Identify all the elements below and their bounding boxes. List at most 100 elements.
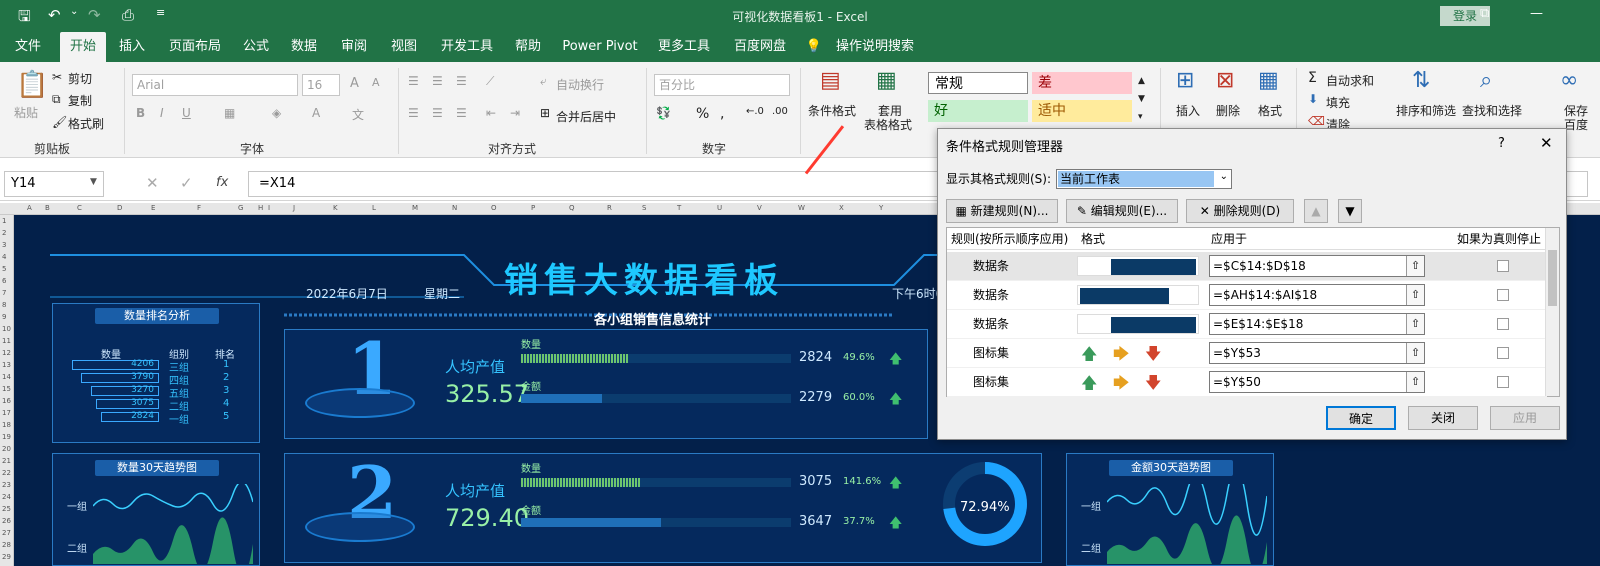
style-neutral[interactable]: 适中	[1032, 100, 1132, 122]
row-header[interactable]: 4	[2, 253, 6, 261]
row-header[interactable]: 19	[2, 433, 11, 441]
clear-icon[interactable]: ⌫	[1308, 114, 1325, 128]
stop-if-true-checkbox[interactable]	[1497, 376, 1509, 388]
column-header[interactable]: V	[757, 204, 762, 212]
row-header[interactable]: 7	[2, 289, 6, 297]
column-header[interactable]: S	[642, 204, 646, 212]
comma-icon[interactable]: ,	[720, 106, 724, 122]
move-down-icon[interactable]: ▼	[1338, 199, 1362, 223]
paste-button[interactable]: 粘贴	[14, 104, 38, 121]
merge-icon[interactable]: ⊞	[540, 106, 550, 120]
find-select-icon[interactable]: ⌕	[1480, 68, 1492, 93]
collapse-range-icon[interactable]: ⇧	[1406, 256, 1424, 276]
tab-power-pivot[interactable]: Power Pivot	[560, 32, 640, 62]
name-box[interactable]: Y14	[4, 171, 104, 197]
currency-icon[interactable]: 💱	[656, 106, 671, 120]
row-header[interactable]: 23	[2, 481, 11, 489]
column-header[interactable]: W	[798, 204, 805, 212]
row-header[interactable]: 16	[2, 397, 11, 405]
insert-cells-icon[interactable]: ⊞	[1176, 68, 1194, 93]
applies-to-input[interactable]: =$AH$14:$AI$18 ⇧	[1209, 284, 1425, 306]
column-header[interactable]: F	[197, 204, 201, 212]
tell-me-search[interactable]: 操作说明搜索	[830, 32, 920, 62]
row-header[interactable]: 25	[2, 505, 11, 513]
format-as-table-icon[interactable]: ▦	[876, 68, 897, 93]
row-header[interactable]: 6	[2, 277, 6, 285]
help-icon[interactable]: ?	[1498, 136, 1505, 151]
row-header[interactable]: 21	[2, 457, 11, 465]
applies-to-input[interactable]: =$Y$50 ⇧	[1209, 371, 1425, 393]
percent-icon[interactable]: %	[696, 106, 709, 122]
row-header[interactable]: 1	[2, 217, 6, 225]
tab-formulas[interactable]: 公式	[238, 32, 274, 62]
copy-icon[interactable]: ⧉	[52, 92, 61, 107]
column-header[interactable]: Q	[569, 204, 575, 212]
copy-button[interactable]: 复制	[68, 92, 92, 109]
edit-rule-button[interactable]: ✎ 编辑规则(E)...	[1066, 199, 1178, 223]
column-header[interactable]: X	[839, 204, 844, 212]
increase-decimal-icon[interactable]: ←.0	[746, 106, 764, 117]
rules-scope-dropdown[interactable]: 当前工作表 ⌄	[1056, 169, 1232, 189]
tab-more-tools[interactable]: 更多工具	[652, 32, 716, 62]
font-name-dropdown[interactable]: Arial	[132, 74, 298, 96]
row-header[interactable]: 9	[2, 313, 6, 321]
baidu-save-label-2[interactable]: 百度	[1564, 116, 1588, 133]
tab-data[interactable]: 数据	[286, 32, 322, 62]
row-header[interactable]: 15	[2, 385, 11, 393]
scrollbar-thumb[interactable]	[1548, 250, 1557, 306]
conditional-format-button[interactable]: 条件格式	[808, 102, 856, 119]
style-normal[interactable]: 常规	[928, 72, 1028, 94]
column-header[interactable]: B	[45, 204, 50, 212]
find-select-button[interactable]: 查找和选择	[1462, 102, 1522, 119]
column-header[interactable]: A	[27, 204, 32, 212]
styles-scroll-down-icon[interactable]: ▼	[1138, 94, 1145, 104]
tab-developer[interactable]: 开发工具	[436, 32, 498, 62]
row-header[interactable]: 2	[2, 229, 6, 237]
tab-review[interactable]: 审阅	[336, 32, 372, 62]
style-good[interactable]: 好	[928, 100, 1028, 122]
column-header[interactable]: G	[238, 204, 243, 212]
column-header[interactable]: K	[333, 204, 338, 212]
column-header[interactable]: C	[77, 204, 82, 212]
rule-row[interactable]: 数据条 =$AH$14:$AI$18 ⇧	[947, 281, 1547, 310]
format-cells-icon[interactable]: ▦	[1258, 68, 1279, 93]
row-header[interactable]: 17	[2, 409, 11, 417]
stop-if-true-checkbox[interactable]	[1497, 260, 1509, 272]
insert-function-button[interactable]: fx	[216, 175, 228, 190]
applies-to-input[interactable]: =$E$14:$E$18 ⇧	[1209, 313, 1425, 335]
column-header[interactable]: L	[372, 204, 376, 212]
column-header[interactable]: P	[531, 204, 535, 212]
column-header[interactable]: J	[293, 204, 295, 212]
rules-scrollbar[interactable]	[1545, 228, 1559, 396]
row-header[interactable]: 20	[2, 445, 11, 453]
column-header[interactable]: Y	[879, 204, 883, 212]
delete-rule-button[interactable]: ✕ 删除规则(D)	[1186, 199, 1294, 223]
row-header[interactable]: 29	[2, 553, 11, 561]
stop-if-true-checkbox[interactable]	[1497, 289, 1509, 301]
tab-insert[interactable]: 插入	[112, 32, 152, 62]
fill-button[interactable]: 填充	[1326, 94, 1350, 111]
style-bad[interactable]: 差	[1032, 72, 1132, 94]
tab-baidu-netdisk[interactable]: 百度网盘	[728, 32, 792, 62]
delete-cells-icon[interactable]: ⊠	[1216, 68, 1234, 93]
baidu-save-icon[interactable]: ∞	[1560, 68, 1578, 93]
row-header[interactable]: 3	[2, 241, 6, 249]
format-painter-button[interactable]: 格式刷	[68, 115, 104, 132]
tab-view[interactable]: 视图	[386, 32, 422, 62]
tab-help[interactable]: 帮助	[508, 32, 548, 62]
paste-icon[interactable]: 📋	[16, 70, 48, 100]
fill-icon[interactable]: ⬇	[1308, 92, 1318, 106]
cut-icon[interactable]: ✂	[52, 70, 62, 84]
row-header[interactable]: 26	[2, 517, 11, 525]
format-painter-icon[interactable]: 🖌	[52, 115, 67, 129]
collapse-range-icon[interactable]: ⇧	[1406, 314, 1424, 334]
rule-row[interactable]: 图标集 🡅 🡆 🡇 =$Y$53 ⇧	[947, 339, 1547, 368]
row-header[interactable]: 11	[2, 337, 11, 345]
column-header[interactable]: H	[258, 204, 263, 212]
tab-file[interactable]: 文件	[6, 32, 50, 62]
row-header[interactable]: 10	[2, 325, 11, 333]
column-header[interactable]: E	[151, 204, 155, 212]
tab-home[interactable]: 开始	[60, 32, 106, 62]
collapse-range-icon[interactable]: ⇧	[1406, 343, 1424, 363]
row-header[interactable]: 13	[2, 361, 11, 369]
